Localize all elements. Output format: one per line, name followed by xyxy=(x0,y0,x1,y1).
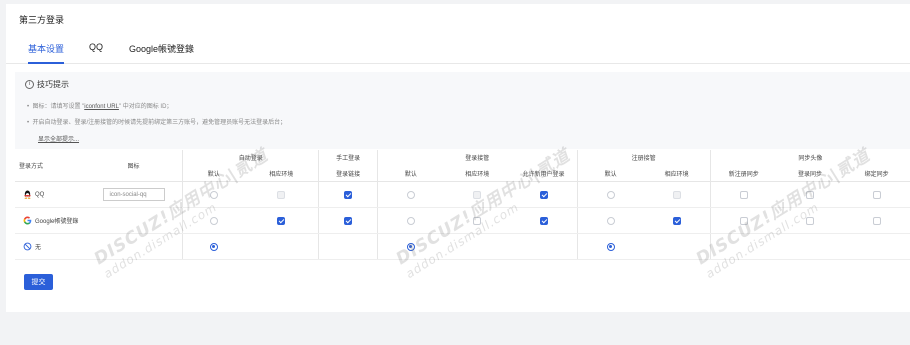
col-icon: 图标 xyxy=(84,157,183,174)
login-takeover-default-radio[interactable] xyxy=(406,242,415,251)
tip-line-1-prefix: 图标：请填写设置 " xyxy=(32,104,85,110)
auto-login-default-radio[interactable] xyxy=(209,216,218,225)
bind-sync-checkbox[interactable] xyxy=(872,190,881,199)
tab-basic-settings[interactable]: 基本设置 xyxy=(28,42,65,64)
qq-penguin-icon xyxy=(24,190,31,199)
page-title: 第三方登录 xyxy=(19,15,65,25)
new-register-sync-checkbox[interactable] xyxy=(739,190,748,199)
login-takeover-env-checkbox[interactable] xyxy=(473,190,482,199)
tips-title: i 技巧提示 xyxy=(25,79,69,90)
row-name: Google帳號登錄 xyxy=(15,207,85,234)
login-takeover-default-radio[interactable] xyxy=(406,190,415,199)
icon-id-input[interactable]: icon-social-qq xyxy=(102,188,165,201)
new-register-sync-checkbox[interactable] xyxy=(739,216,748,225)
group-manual-login: 手工登录 xyxy=(318,150,378,165)
sub-default: 默认 xyxy=(576,165,644,182)
sub-env: 相应环境 xyxy=(244,165,319,182)
submit-button[interactable]: 提交 xyxy=(24,274,53,290)
auto-login-env-checkbox[interactable] xyxy=(277,190,286,199)
table-row: QQ icon-social-qq xyxy=(15,181,910,208)
bind-sync-checkbox[interactable] xyxy=(872,216,881,225)
table-row: 无 xyxy=(15,233,910,260)
row-name-text: 无 xyxy=(35,244,42,251)
none-circle-icon xyxy=(23,243,32,251)
login-takeover-default-radio[interactable] xyxy=(406,216,415,225)
icon-cell xyxy=(84,207,183,234)
row-name-text: QQ xyxy=(35,192,45,199)
col-login-method: 登录方式 xyxy=(15,157,85,174)
register-takeover-env-checkbox[interactable] xyxy=(672,216,681,225)
tip-line-1: • 图标：请填写设置 "iconfont URL" 中对应的图标 ID； xyxy=(27,104,173,110)
login-takeover-env-checkbox[interactable] xyxy=(473,216,482,225)
sub-default: 默认 xyxy=(182,165,245,182)
login-methods-table: 自动登录 手工登录 登录接管 注册接管 同步头像 登录方式 图标 默认 相应环境… xyxy=(15,150,910,260)
sub-bind-sync: 绑定同步 xyxy=(843,165,910,182)
tab-bar: 基本设置 QQ Google帳號登錄 xyxy=(6,40,910,64)
register-takeover-default-radio[interactable] xyxy=(606,190,615,199)
tip-line-2-text: 开启自动登录、登录/注册接管的时候请先提前绑定第三方账号，避免管理员账号无法登录… xyxy=(32,120,287,126)
icon-cell: icon-social-qq xyxy=(84,181,183,208)
sub-env: 相应环境 xyxy=(643,165,711,182)
manual-login-link-checkbox[interactable] xyxy=(344,190,353,199)
sub-env: 相应环境 xyxy=(443,165,511,182)
iconfont-url-text: iconfont URL xyxy=(84,104,119,110)
info-icon: i xyxy=(25,80,34,90)
allow-new-user-checkbox[interactable] xyxy=(539,216,548,225)
show-all-tips-link[interactable]: 显示全部提示... xyxy=(38,134,79,143)
tip-line-2: • 开启自动登录、登录/注册接管的时候请先提前绑定第三方账号，避免管理员账号无法… xyxy=(27,120,287,126)
tab-google[interactable]: Google帳號登錄 xyxy=(129,42,194,62)
sub-default: 默认 xyxy=(376,165,444,182)
sub-login-sync: 登录同步 xyxy=(776,165,844,182)
sub-login-link: 登录链接 xyxy=(318,165,378,182)
tab-qq[interactable]: QQ xyxy=(89,42,103,59)
row-name-text: Google帳號登錄 xyxy=(35,218,79,225)
sub-allow-new-user: 允许新用户登录 xyxy=(510,165,578,182)
group-sync-avatar: 同步头像 xyxy=(709,150,910,165)
allow-new-user-checkbox[interactable] xyxy=(539,190,548,199)
row-name: QQ xyxy=(15,181,85,208)
register-takeover-env-checkbox[interactable] xyxy=(672,190,681,199)
manual-login-link-checkbox[interactable] xyxy=(344,216,353,225)
auto-login-default-radio[interactable] xyxy=(209,242,218,251)
auto-login-env-checkbox[interactable] xyxy=(277,216,286,225)
table-row: Google帳號登錄 xyxy=(15,207,910,234)
register-takeover-default-radio[interactable] xyxy=(606,216,615,225)
row-name: 无 xyxy=(15,233,85,260)
group-auto-login: 自动登录 xyxy=(182,150,319,165)
sub-new-register-sync: 新注册同步 xyxy=(709,165,777,182)
login-sync-checkbox[interactable] xyxy=(806,190,815,199)
auto-login-default-radio[interactable] xyxy=(209,190,218,199)
group-register-takeover: 注册接管 xyxy=(576,150,711,165)
register-takeover-default-radio[interactable] xyxy=(606,242,615,251)
group-login-takeover: 登录接管 xyxy=(376,150,578,165)
login-sync-checkbox[interactable] xyxy=(806,216,815,225)
tip-line-1-suffix: " 中对应的图标 ID； xyxy=(118,104,173,110)
tips-panel: i 技巧提示 • 图标：请填写设置 "iconfont URL" 中对应的图标 I… xyxy=(15,72,910,149)
google-g-icon xyxy=(23,216,32,225)
tips-title-text: 技巧提示 xyxy=(37,80,69,89)
